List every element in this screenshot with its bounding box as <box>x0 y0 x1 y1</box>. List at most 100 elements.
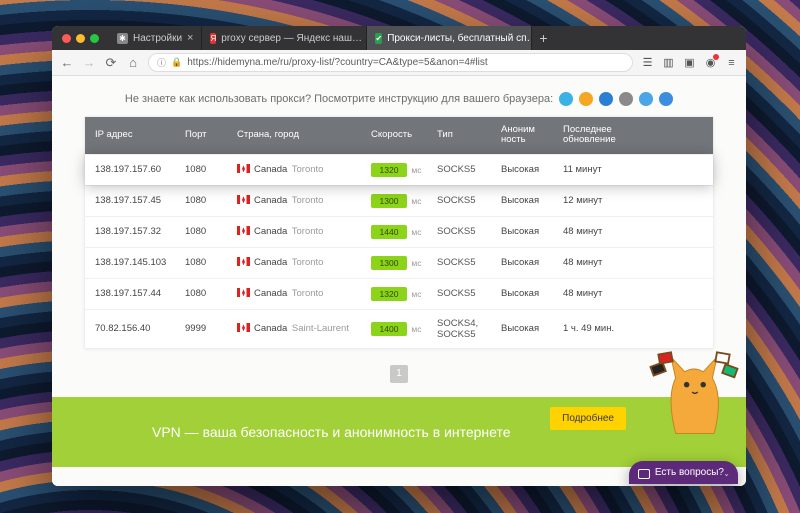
cell-anon: Высокая <box>501 164 559 175</box>
col-anon[interactable]: Аноним ность <box>501 125 559 146</box>
cell-speed: 1440 мс <box>371 225 433 239</box>
cell-type: SOCKS5 <box>437 288 497 299</box>
tab-proxy-list[interactable]: ✔ Прокси-листы, бесплатный сп… × <box>367 26 532 50</box>
cell-port: 1080 <box>185 257 233 268</box>
tab-strip: ✱ Настройки × Я proxy сервер — Яндекс на… <box>52 26 746 50</box>
tab-yandex-search[interactable]: Я proxy сервер — Яндекс наш… × <box>202 26 367 50</box>
col-speed[interactable]: Скорость <box>371 130 433 140</box>
forward-icon[interactable]: → <box>82 56 96 70</box>
cell-speed: 1400 мс <box>371 322 433 336</box>
back-icon[interactable]: ← <box>60 56 74 70</box>
cell-updated: 48 минут <box>563 257 635 268</box>
flag-ca-icon <box>237 323 250 332</box>
info-icon[interactable]: ⓘ <box>157 56 166 69</box>
browser-icon[interactable] <box>599 92 613 106</box>
flag-ca-icon <box>237 288 250 297</box>
shield-icon[interactable]: ◉ <box>704 56 717 69</box>
table-row[interactable]: 138.197.157.321080Canada Toronto1440 мсS… <box>85 216 713 247</box>
cell-anon: Высокая <box>501 226 559 237</box>
cell-speed: 1300 мс <box>371 256 433 270</box>
favicon-icon: Я <box>210 33 216 44</box>
cell-type: SOCKS5 <box>437 226 497 237</box>
col-type[interactable]: Тип <box>437 130 497 140</box>
cell-updated: 11 минут <box>563 164 635 175</box>
col-ip[interactable]: IP адрес <box>95 130 181 140</box>
cell-anon: Высокая <box>501 288 559 299</box>
browser-icon[interactable] <box>619 92 633 106</box>
cell-updated: 12 минут <box>563 195 635 206</box>
col-updated[interactable]: Последнее обновление <box>563 125 635 146</box>
flag-ca-icon <box>237 164 250 173</box>
table-row[interactable]: 70.82.156.40 9999 Canada Saint-Laurent 1400… <box>85 309 713 348</box>
cell-port: 9999 <box>185 323 233 334</box>
page-number[interactable]: 1 <box>390 365 408 383</box>
cell-type: SOCKS5 <box>437 195 497 206</box>
cell-ip: 138.197.157.44 <box>95 288 181 299</box>
col-port[interactable]: Порт <box>185 130 233 140</box>
browser-icon[interactable] <box>559 92 573 106</box>
tab-label: proxy сервер — Яндекс наш… <box>221 33 362 44</box>
table-row[interactable]: 138.197.157.441080Canada Toronto1320 мсS… <box>85 278 713 309</box>
col-country[interactable]: Страна, город <box>237 130 367 140</box>
instruction-banner: Не знаете как использовать прокси? Посмо… <box>52 76 746 116</box>
browser-icon[interactable] <box>579 92 593 106</box>
address-bar: ← → ⟳ ⌂ ⓘ 🔒 https://hidemyna.me/ru/proxy… <box>52 50 746 76</box>
cell-country: Canada Toronto <box>237 164 367 175</box>
cell-type: SOCKS5 <box>437 164 497 175</box>
vpn-banner: VPN — ваша безопасность и анонимность в … <box>52 397 746 467</box>
cell-speed: 1320 мс <box>371 163 433 177</box>
cell-ip: 138.197.157.60 <box>95 164 181 175</box>
chat-widget[interactable]: Есть вопросы? ⌄ <box>629 461 738 484</box>
browser-icon[interactable] <box>639 92 653 106</box>
cell-country: Canada Toronto <box>237 195 367 206</box>
favicon-icon: ✔ <box>375 33 382 44</box>
cell-ip: 138.197.145.103 <box>95 257 181 268</box>
flag-ca-icon <box>237 257 250 266</box>
table-row[interactable]: 138.197.145.103 1080 Canada Toronto 1300 мс… <box>85 247 713 278</box>
table-row[interactable]: 138.197.157.601080Canada Toronto1320 мсS… <box>85 154 713 185</box>
instruction-text: Не знаете как использовать прокси? Посмо… <box>125 93 553 105</box>
table-row[interactable]: 138.197.157.451080Canada Toronto1300 мсS… <box>85 185 713 216</box>
cell-port: 1080 <box>185 195 233 206</box>
cell-ip: 70.82.156.40 <box>95 323 181 334</box>
cell-speed: 1320 мс <box>371 287 433 301</box>
library-icon[interactable]: ▥ <box>662 56 675 69</box>
flag-ca-icon <box>237 195 250 204</box>
cell-country: Canada Toronto <box>237 257 367 268</box>
home-icon[interactable]: ⌂ <box>126 56 140 70</box>
cell-anon: Высокая <box>501 257 559 268</box>
reader-icon[interactable]: ☰ <box>641 56 654 69</box>
url-text: https://hidemyna.me/ru/proxy-list/?count… <box>187 57 487 68</box>
browser-icon[interactable] <box>659 92 673 106</box>
cell-anon: Высокая <box>501 323 559 334</box>
extension-icon[interactable]: ▣ <box>683 56 696 69</box>
cell-anon: Высокая <box>501 195 559 206</box>
proxy-table: IP адрес Порт Страна, город Скорость Тип… <box>84 116 714 349</box>
reload-icon[interactable]: ⟳ <box>104 56 118 70</box>
window-controls <box>52 26 109 50</box>
cell-speed: 1300 мс <box>371 194 433 208</box>
new-tab-button[interactable]: + <box>532 26 554 50</box>
minimize-window-button[interactable] <box>76 34 85 43</box>
close-window-button[interactable] <box>62 34 71 43</box>
close-tab-icon[interactable]: × <box>187 32 193 44</box>
cell-type: SOCKS5 <box>437 257 497 268</box>
maximize-window-button[interactable] <box>90 34 99 43</box>
cell-type: SOCKS4, SOCKS5 <box>437 318 497 340</box>
desktop-background: ✱ Настройки × Я proxy сервер — Яндекс на… <box>0 0 800 513</box>
tab-label: Настройки <box>133 33 182 44</box>
vpn-banner-text: VPN — ваша безопасность и анонимность в … <box>152 424 511 440</box>
chat-text: Есть вопросы? <box>655 467 724 478</box>
menu-icon[interactable]: ≡ <box>725 56 738 69</box>
cell-ip: 138.197.157.32 <box>95 226 181 237</box>
chevron-down-icon: ⌄ <box>723 469 730 478</box>
cell-port: 1080 <box>185 226 233 237</box>
tab-settings[interactable]: ✱ Настройки × <box>109 26 202 50</box>
cell-port: 1080 <box>185 288 233 299</box>
cell-updated: 1 ч. 49 мин. <box>563 323 635 334</box>
cell-updated: 48 минут <box>563 288 635 299</box>
url-input[interactable]: ⓘ 🔒 https://hidemyna.me/ru/proxy-list/?c… <box>148 53 633 72</box>
table-header: IP адрес Порт Страна, город Скорость Тип… <box>85 117 713 154</box>
vpn-learn-more-button[interactable]: Подробнее <box>550 407 626 430</box>
cell-country: Canada Saint-Laurent <box>237 323 367 334</box>
